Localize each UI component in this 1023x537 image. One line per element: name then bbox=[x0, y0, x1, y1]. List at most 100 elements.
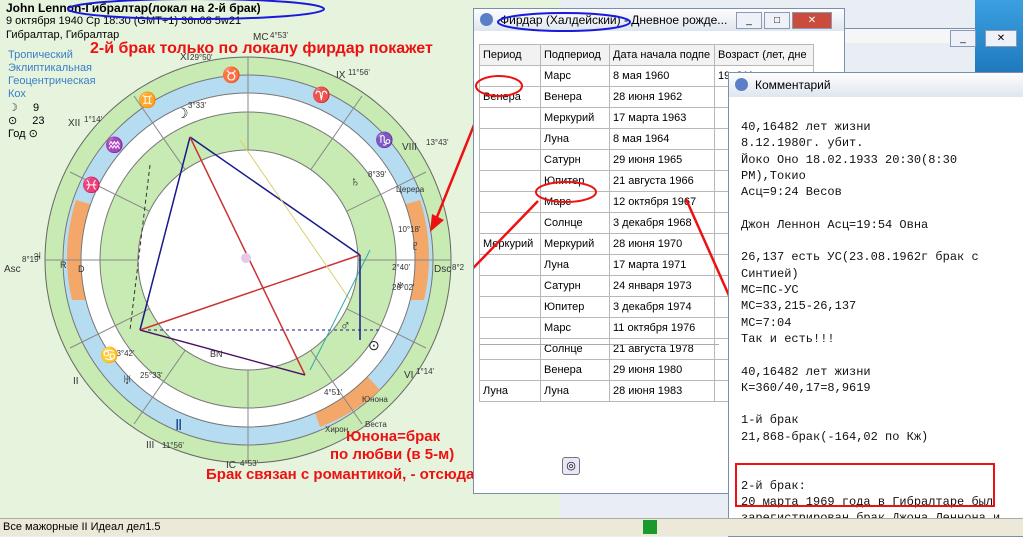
comment-line: Так и есть!!! bbox=[741, 331, 835, 346]
period-cell bbox=[479, 170, 541, 192]
pluto-glyph-icon: ♇ bbox=[410, 237, 421, 253]
comment-line: 40,16482 лет жизни bbox=[741, 120, 871, 134]
subperiod-cell: Луна bbox=[540, 254, 610, 276]
chiron-label: Хирон bbox=[325, 425, 348, 434]
mc-degree: 4°53' bbox=[270, 31, 289, 40]
comment-titlebar[interactable]: Комментарий bbox=[729, 73, 1023, 97]
comment-line: 1-й брак bbox=[741, 413, 799, 428]
col-age[interactable]: Возраст (лет, дне bbox=[714, 44, 814, 66]
aquarius-sign-icon: ♒ bbox=[105, 136, 124, 154]
center-point bbox=[241, 253, 251, 263]
cusp-vi-degree: 1°14' bbox=[416, 367, 435, 376]
firdar-title: Фирдар (Халдейский) - Дневное рожде... bbox=[500, 13, 728, 27]
comment-line: 26,137 есть УС(23.08.1962г брак с bbox=[741, 250, 979, 265]
comment-line: 40,16482 лет жизни bbox=[741, 364, 871, 379]
bg-minimize-icon[interactable]: _ bbox=[950, 30, 976, 47]
uranus-degree: 25°33' bbox=[140, 371, 163, 380]
date-cell: 11 октября 1976 bbox=[609, 317, 715, 339]
cusp-ix-degree: 11°56' bbox=[348, 68, 370, 77]
comment-line: Джон Леннон Асц=19:54 Овна bbox=[741, 217, 929, 232]
date-cell: 12 октября 1967 bbox=[609, 191, 715, 213]
dsc-label: Dsc bbox=[434, 264, 451, 275]
period-cell bbox=[479, 254, 541, 276]
date-cell: 28 июня 1970 bbox=[609, 233, 715, 255]
col-subperiod[interactable]: Подпериод bbox=[540, 44, 610, 66]
period-cell bbox=[479, 191, 541, 213]
bn-label: BN bbox=[210, 349, 223, 359]
cusp-vi-label: VI bbox=[404, 370, 413, 381]
juno-label: Юнона bbox=[362, 395, 388, 404]
status-text: Все мажорные II Идеал дел1.5 bbox=[3, 521, 161, 533]
subperiod-cell: Венера bbox=[540, 86, 610, 108]
close-icon[interactable]: ✕ bbox=[792, 12, 832, 29]
comment-window[interactable]: Комментарий 40,16482 лет жизни 8.12.1980г… bbox=[728, 72, 1023, 537]
pluto-degree: 10°18' bbox=[398, 225, 421, 234]
cusp-xii-label: XII bbox=[68, 118, 80, 129]
cusp-iii-label: III bbox=[146, 440, 154, 451]
comment-app-icon bbox=[735, 78, 748, 91]
date-cell: 3 декабря 1968 bbox=[609, 212, 715, 234]
annotation-marriage-romance: Брак связан с романтикой, - отсюда A5 bbox=[206, 466, 498, 483]
chiron-degree: 4°51' bbox=[324, 388, 343, 397]
minimize-icon[interactable]: _ bbox=[736, 12, 762, 29]
mercury-degree: 2°40' bbox=[392, 263, 411, 272]
bg-close-icon[interactable]: ✕ bbox=[985, 30, 1017, 47]
firdar-header-row: Период Подпериод Дата начала подпе Возра… bbox=[479, 44, 814, 66]
date-cell: 8 мая 1960 bbox=[609, 65, 715, 87]
cusp-xii-degree: 1°14' bbox=[84, 115, 103, 124]
subperiod-cell: Юпитер bbox=[540, 170, 610, 192]
subperiod-cell: Марс bbox=[540, 191, 610, 213]
annotation-second-marriage: 2-й брак только по локалу фирдар покажет bbox=[90, 40, 433, 57]
neptune-glyph-icon: ♆ bbox=[395, 277, 406, 293]
pisces-sign-icon: ♓ bbox=[82, 176, 101, 194]
comment-line: К=360/40,17=8,9619 bbox=[741, 380, 871, 395]
date-cell: 8 мая 1964 bbox=[609, 128, 715, 150]
saturn-degree: 8°39' bbox=[368, 170, 387, 179]
cusp-ix-label: IX bbox=[336, 70, 346, 81]
period-cell bbox=[479, 107, 541, 129]
firdar-titlebar[interactable]: Фирдар (Халдейский) - Дневное рожде... _… bbox=[474, 9, 844, 31]
comment-line: Асц=9:24 Весов bbox=[741, 185, 842, 200]
gemini-sign-icon: ♊ bbox=[138, 91, 157, 109]
second-marriage-highlight-box bbox=[735, 463, 995, 507]
col-period[interactable]: Период bbox=[479, 44, 541, 66]
asc-label: Asc bbox=[4, 264, 21, 275]
wheel-icon[interactable]: ◎ bbox=[562, 457, 580, 475]
period-cell: Меркурий bbox=[479, 233, 541, 255]
subperiod-cell: Солнце bbox=[540, 212, 610, 234]
status-indicator bbox=[643, 520, 657, 534]
cusp-iii-degree: 11°56' bbox=[162, 441, 184, 450]
comment-line: МС=ПС-УС bbox=[741, 283, 799, 297]
period-cell bbox=[479, 128, 541, 150]
comment-line: Йоко Оно 18.02.1933 20:30(8:30 bbox=[741, 152, 958, 167]
asc-axis-glyph-icon: ♃ bbox=[32, 247, 43, 263]
date-cell: 3 декабря 1974 bbox=[609, 296, 715, 318]
firdar-empty-area bbox=[479, 344, 719, 485]
period-cell bbox=[479, 212, 541, 234]
taurus-sign-icon: ♉ bbox=[222, 66, 241, 84]
date-cell: 17 марта 1963 bbox=[609, 107, 715, 129]
comment-line: 21,868-брак(-164,02 по Кж) bbox=[741, 429, 929, 444]
date-cell: 28 июня 1962 bbox=[609, 86, 715, 108]
moon-glyph-icon: ☽ bbox=[176, 105, 189, 121]
date-cell: 24 января 1973 bbox=[609, 275, 715, 297]
comment-line: Синтией) bbox=[741, 266, 799, 281]
comment-line: МС=33,215-26,137 bbox=[741, 299, 857, 314]
direct-left-label: D bbox=[78, 264, 85, 274]
comment-title: Комментарий bbox=[755, 78, 831, 92]
maximize-icon[interactable]: □ bbox=[764, 12, 790, 29]
subperiod-cell: Сатурн bbox=[540, 275, 610, 297]
sun-glyph-icon: ⊙ bbox=[368, 337, 380, 353]
comment-line: МС=7:04 bbox=[741, 315, 792, 330]
ceres-label: Церера bbox=[396, 185, 425, 194]
period-cell bbox=[479, 296, 541, 318]
subperiod-cell: Марс bbox=[540, 317, 610, 339]
date-cell: 21 августа 1966 bbox=[609, 170, 715, 192]
dsc-degree: 8°2 bbox=[452, 263, 465, 272]
moon-degree: 3°33' bbox=[188, 101, 207, 110]
col-start-date[interactable]: Дата начала подпе bbox=[609, 44, 715, 66]
comment-line: PM),Токио bbox=[741, 168, 806, 183]
gemini-lower-sign-icon: Ⅱ bbox=[175, 417, 182, 434]
date-cell: 29 июня 1965 bbox=[609, 149, 715, 171]
cancer-sign-icon: ♋ bbox=[100, 346, 119, 364]
